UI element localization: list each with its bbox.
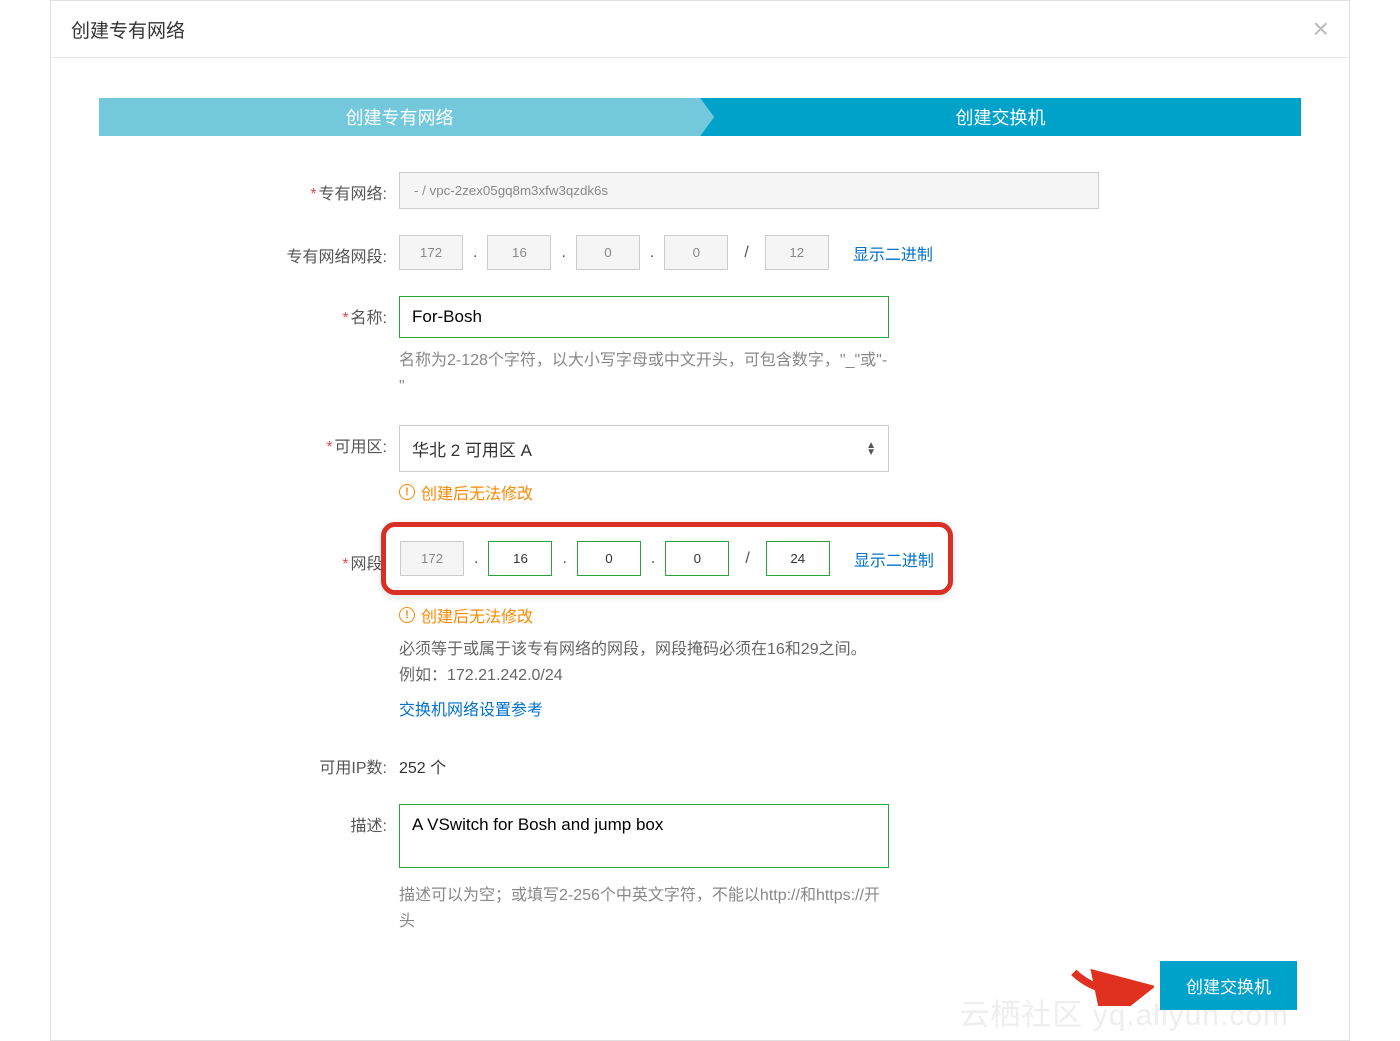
dialog-header: 创建专有网络 × (51, 1, 1349, 58)
cidr-o3[interactable] (577, 541, 641, 576)
cidr-hint2: 例如：172.21.242.0/24 (399, 663, 939, 689)
ipcount-value: 252 个 (399, 746, 1219, 778)
row-zone: *可用区: 华北 2 可用区 A ▲▼ ! 创建后无法修改 (99, 425, 1301, 504)
vpc-cidr-o3 (576, 235, 640, 270)
zone-warn: ! 创建后无法修改 (399, 480, 1219, 504)
arrow-annotation (1064, 964, 1154, 1006)
cidr-highlight-box: . . . / 显示二进制 (381, 522, 953, 595)
stepper: 创建专有网络 创建交换机 (99, 98, 1301, 136)
row-desc: 描述: 描述可以为空；或填写2-256个中英文字符，不能以http://和htt… (99, 804, 1301, 934)
vpc-cidr-o2 (487, 235, 551, 270)
row-vpc-cidr: 专有网络网段: . . . / 显示二进制 (99, 235, 1301, 270)
dialog: 创建专有网络 × 创建专有网络 创建交换机 *专有网络: 专有网络网段: . . (50, 0, 1350, 1041)
dialog-title: 创建专有网络 (71, 16, 185, 43)
show-binary-link-cidr[interactable]: 显示二进制 (854, 547, 934, 571)
warn-icon: ! (399, 607, 415, 623)
vpc-cidr-o1 (399, 235, 463, 270)
cidr-reference-link[interactable]: 交换机网络设置参考 (399, 696, 1219, 720)
row-ipcount: 可用IP数: 252 个 (99, 746, 1301, 778)
row-vpc: *专有网络: (99, 172, 1301, 209)
show-binary-link-vpc[interactable]: 显示二进制 (853, 241, 933, 265)
close-icon[interactable]: × (1313, 15, 1329, 43)
vpc-input (399, 172, 1099, 209)
cidr-warn: ! 创建后无法修改 (399, 603, 1219, 627)
vpc-cidr-mask (765, 235, 829, 270)
label-zone: 可用区: (335, 439, 387, 456)
cidr-o4[interactable] (665, 541, 729, 576)
footer: 创建交换机 (99, 961, 1301, 1010)
step-create-vpc: 创建专有网络 (99, 98, 700, 136)
warn-icon: ! (399, 484, 415, 500)
label-vpc: 专有网络: (319, 186, 387, 203)
cidr-mask[interactable] (766, 541, 830, 576)
zone-select[interactable]: 华北 2 可用区 A ▲▼ (399, 425, 889, 472)
label-vpc-cidr: 专有网络网段: (287, 249, 387, 266)
name-input[interactable] (399, 296, 889, 338)
label-ipcount: 可用IP数: (99, 746, 399, 778)
label-desc: 描述: (99, 804, 399, 836)
desc-hint: 描述可以为空；或填写2-256个中英文字符，不能以http://和https:/… (399, 883, 889, 934)
desc-textarea[interactable] (399, 804, 889, 868)
submit-button[interactable]: 创建交换机 (1160, 961, 1297, 1010)
vpc-cidr-o4 (664, 235, 728, 270)
label-name: 名称: (351, 310, 387, 327)
name-hint: 名称为2-128个字符，以大小写字母或中文开头，可包含数字，"_"或"-" (399, 348, 889, 399)
dialog-body: 创建专有网络 创建交换机 *专有网络: 专有网络网段: . . . (51, 58, 1349, 1040)
row-cidr: *网段: . . . / 显示 (99, 522, 1301, 720)
step-create-vswitch: 创建交换机 (700, 98, 1301, 136)
cidr-o1 (400, 541, 464, 576)
updown-icon: ▲▼ (866, 442, 876, 456)
cidr-o2[interactable] (488, 541, 552, 576)
cidr-hint1: 必须等于或属于该专有网络的网段，网段掩码必须在16和29之间。 (399, 637, 939, 663)
row-name: *名称: 名称为2-128个字符，以大小写字母或中文开头，可包含数字，"_"或"… (99, 296, 1301, 399)
